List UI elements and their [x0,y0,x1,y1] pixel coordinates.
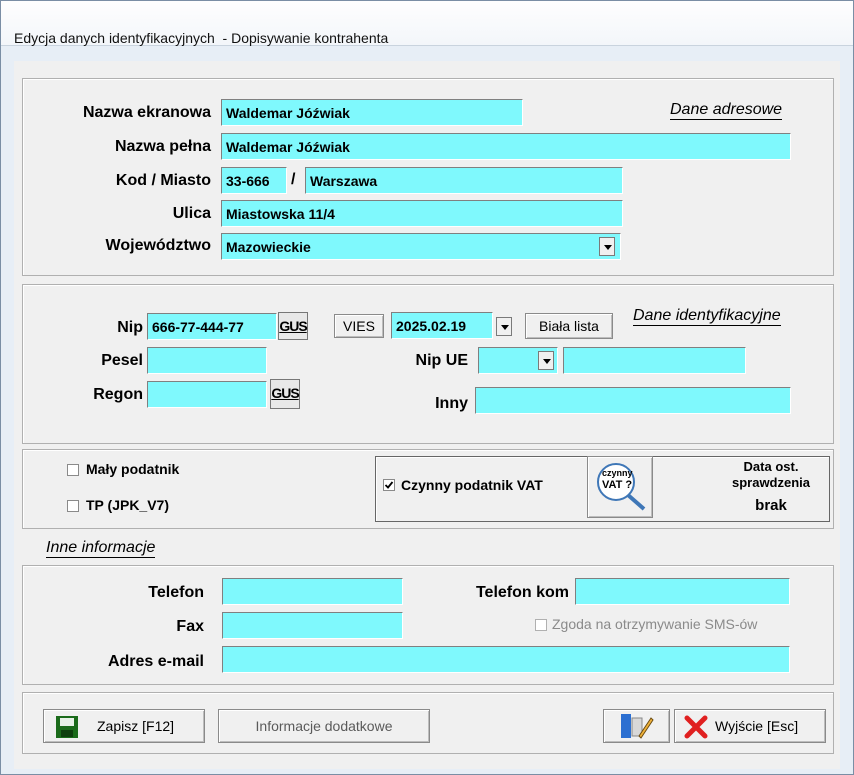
other-label: Inny [435,395,468,412]
gus-regon-button[interactable]: GUS [270,379,300,409]
white-list-label: Biała lista [539,318,599,334]
city-field[interactable]: Warszawa [305,167,623,194]
regon-label: Regon [93,386,143,403]
mobile-field[interactable] [575,578,790,605]
save-button[interactable]: Zapisz [F12] [43,709,205,743]
gus-nip-label: GUS [279,318,307,334]
nip-ue-dropdown-icon[interactable] [538,351,554,370]
tp-jpk-checkbox[interactable] [67,500,79,512]
voivodeship-label: Województwo [105,237,211,254]
vies-button[interactable]: VIES [334,314,384,338]
date-dropdown-icon[interactable] [496,317,512,336]
additional-info-button[interactable]: Informacje dodatkowe [218,709,430,743]
voivodeship-dropdown-icon[interactable] [599,237,615,256]
email-label: Adres e-mail [107,653,204,670]
nip-ue-field[interactable] [563,347,746,374]
additional-info-label: Informacje dodatkowe [255,718,393,734]
phone-field[interactable] [222,578,403,605]
floppy-disk-icon [56,716,78,738]
active-vat-checkbox[interactable] [383,479,395,491]
street-field[interactable]: Miastowska 11/4 [221,200,623,227]
screen-name-label: Nazwa ekranowa [82,104,211,121]
other-info-section-title: Inne informacje [46,539,156,558]
white-list-button[interactable]: Biała lista [525,313,613,339]
date-field[interactable]: 2025.02.19 [391,312,493,339]
gus-regon-label: GUS [271,385,299,401]
title-bar[interactable]: Edycja danych identyfikacyjnych - Dopisy… [1,1,853,46]
edit-tools-icon [621,714,654,739]
postal-city-label: Kod / Miasto [115,172,211,189]
fax-field[interactable] [222,612,403,639]
sms-consent-checkbox[interactable] [535,619,547,631]
full-name-field[interactable]: Waldemar Jóźwiak [221,133,791,160]
other-field[interactable] [475,387,791,414]
nip-ue-label: Nip UE [415,352,468,369]
fax-label: Fax [176,618,204,635]
nip-label: Nip [117,319,143,336]
exit-button[interactable]: Wyjście [Esc] [674,709,826,743]
full-name-label: Nazwa pełna [114,138,211,155]
gus-nip-button[interactable]: GUS [278,312,308,340]
last-check-label: Data ost. sprawdzenia [731,459,811,490]
phone-label: Telefon [148,584,204,601]
postal-code-field[interactable]: 33-666 [221,167,287,194]
vat-check-button[interactable]: czynny VAT ? [587,456,653,518]
nip-field[interactable]: 666-77-444-77 [147,313,277,340]
exit-label: Wyjście [Esc] [715,718,799,734]
mobile-label: Telefon kom [475,584,569,601]
street-label: Ulica [172,205,211,222]
vat-icon-text-bottom: VAT ? [602,479,633,491]
regon-field[interactable] [147,381,267,408]
tp-jpk-label: TP (JPK_V7) [86,497,169,513]
small-taxpayer-label: Mały podatnik [86,461,180,477]
save-label: Zapisz [F12] [97,718,175,734]
address-section-title: Dane adresowe [670,101,783,120]
email-field[interactable] [222,646,790,673]
close-icon [684,715,708,739]
postal-separator: / [291,171,296,188]
sms-consent-label: Zgoda na otrzymywanie SMS-ów [552,616,758,632]
dialog-body: Nazwa ekranowa Waldemar Jóźwiak Dane adr… [14,61,840,769]
pesel-field[interactable] [147,347,267,374]
window-title: Edycja danych identyfikacyjnych - Dopisy… [14,30,389,46]
vies-label: VIES [343,318,375,334]
identification-section-title: Dane identyfikacyjne [633,307,781,326]
last-check-value: brak [755,497,787,514]
voivodeship-select[interactable]: Mazowieckie [221,233,621,260]
pesel-label: Pesel [101,352,143,369]
active-vat-label: Czynny podatnik VAT [401,477,543,493]
tools-button[interactable] [603,709,670,743]
screen-name-field[interactable]: Waldemar Jóźwiak [221,99,523,126]
dialog-window: Edycja danych identyfikacyjnych - Dopisy… [0,0,854,775]
small-taxpayer-checkbox[interactable] [67,464,79,476]
vat-icon-text-top: czynny [602,468,633,478]
